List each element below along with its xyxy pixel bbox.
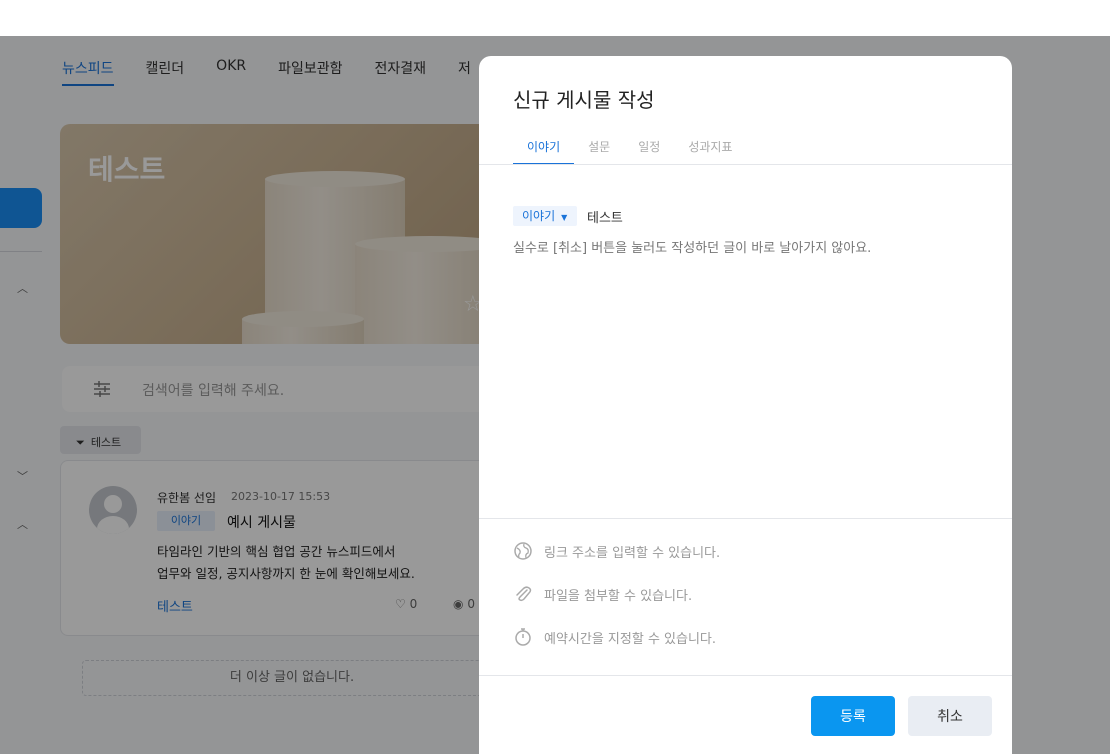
cancel-button[interactable]: 취소 — [908, 696, 992, 736]
tab-story[interactable]: 이야기 — [513, 136, 575, 165]
stopwatch-icon — [515, 628, 531, 646]
post-type-tabs: 이야기 설문 일정 성과지표 — [513, 136, 746, 165]
post-title-input[interactable]: 테스트 — [587, 207, 623, 226]
schedule-option[interactable]: 예약시간을 지정할 수 있습니다. — [513, 627, 716, 647]
schedule-option-label: 예약시간을 지정할 수 있습니다. — [544, 631, 717, 647]
category-dropdown[interactable]: 이야기 ▼ — [513, 206, 577, 226]
file-option-label: 파일을 첨부할 수 있습니다. — [544, 588, 693, 604]
caret-down-icon: ▼ — [561, 213, 568, 222]
divider — [479, 518, 1012, 519]
link-option-label: 링크 주소를 입력할 수 있습니다. — [544, 545, 721, 561]
top-bar — [0, 0, 1110, 36]
modal-title: 신규 게시물 작성 — [513, 88, 655, 112]
new-post-modal: 신규 게시물 작성 이야기 설문 일정 성과지표 이야기 ▼ 테스트 실수로 [취… — [479, 56, 1012, 754]
file-option[interactable]: 파일을 첨부할 수 있습니다. — [513, 584, 692, 604]
category-dropdown-label: 이야기 — [522, 209, 556, 223]
tab-kpi[interactable]: 성과지표 — [674, 136, 746, 165]
divider — [479, 675, 1012, 676]
tab-survey[interactable]: 설문 — [574, 136, 624, 165]
globe-icon — [514, 542, 532, 560]
link-option[interactable]: 링크 주소를 입력할 수 있습니다. — [513, 541, 720, 561]
tab-schedule[interactable]: 일정 — [624, 136, 674, 165]
post-body-textarea[interactable]: 실수로 [취소] 버튼을 눌러도 작성하던 글이 바로 날아가지 않아요. — [513, 237, 871, 256]
paperclip-icon — [516, 586, 532, 602]
submit-button[interactable]: 등록 — [811, 696, 895, 736]
divider — [479, 164, 1012, 165]
